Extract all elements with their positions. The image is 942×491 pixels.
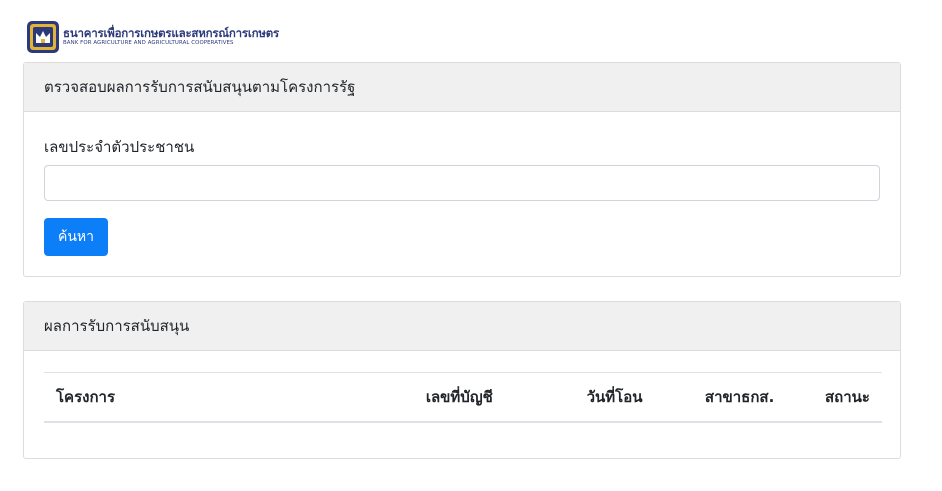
search-button[interactable]: ค้นหา	[44, 218, 108, 256]
column-header-branch: สาขาธกส.	[692, 372, 814, 423]
results-table-header-row: โครงการ เลขที่บัญชี วันที่โอน สาขาธกส. ส…	[44, 372, 882, 423]
results-card-header: ผลการรับการสนับสนุน	[24, 302, 900, 351]
results-table: โครงการ เลขที่บัญชี วันที่โอน สาขาธกส. ส…	[44, 372, 882, 423]
logo-thai-text: ธนาคารเพื่อการเกษตรและสหกรณ์การเกษตร	[63, 25, 279, 40]
column-header-project: โครงการ	[44, 372, 414, 423]
citizen-id-label: เลขประจำตัวประชาชน	[44, 138, 195, 156]
search-card: ตรวจสอบผลการรับการสนับสนุนตามโครงการรัฐ …	[23, 62, 901, 277]
column-header-status: สถานะ	[813, 372, 882, 423]
search-card-header: ตรวจสอบผลการรับการสนับสนุนตามโครงการรัฐ	[24, 63, 900, 112]
baac-logo: ธนาคารเพื่อการเกษตรและสหกรณ์การเกษตร BAN…	[27, 21, 279, 53]
logo-english-text: BANK FOR AGRICULTURE AND AGRICULTURAL CO…	[63, 40, 234, 47]
column-header-transfer-date: วันที่โอน	[574, 372, 693, 423]
citizen-id-input[interactable]	[44, 165, 880, 201]
column-header-account-number: เลขที่บัญชี	[413, 372, 575, 423]
results-card: ผลการรับการสนับสนุน โครงการ เลขที่บัญชี …	[23, 301, 901, 459]
baac-emblem-icon	[27, 21, 59, 53]
